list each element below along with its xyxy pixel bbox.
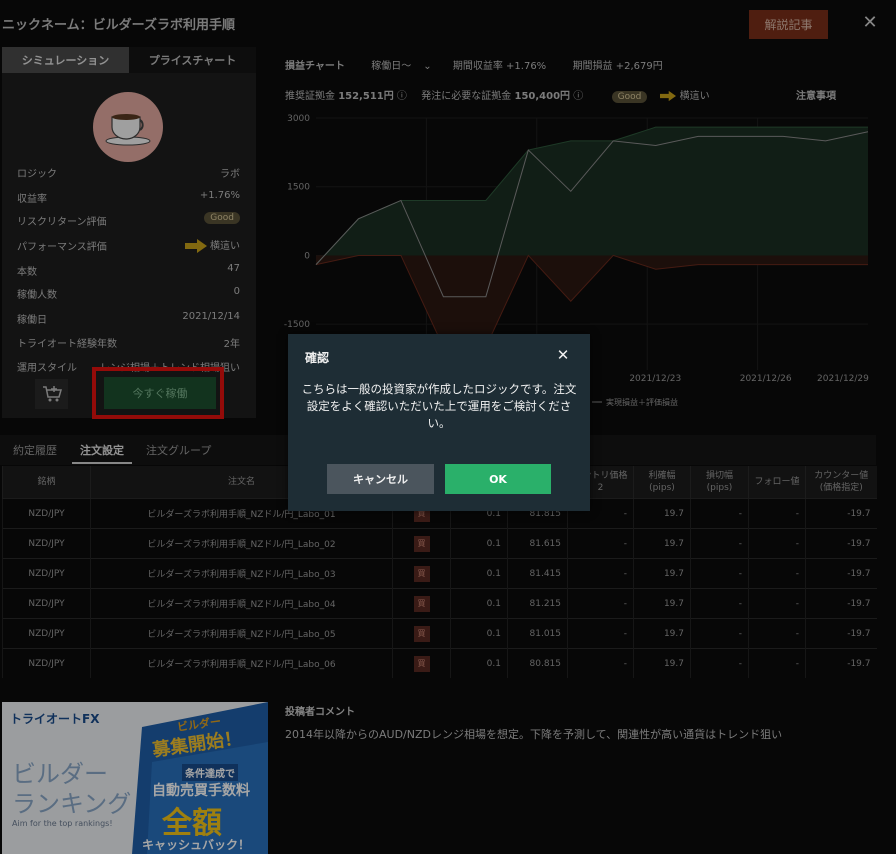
ok-button[interactable]: OK bbox=[445, 464, 551, 494]
dialog-message: こちらは一般の投資家が作成したロジックです。注文設定をよく確認いただいた上で運用… bbox=[301, 382, 577, 430]
cancel-button[interactable]: キャンセル bbox=[327, 464, 434, 494]
close-icon[interactable]: ✕ bbox=[555, 346, 571, 364]
dialog-title: 確認 bbox=[305, 351, 330, 365]
